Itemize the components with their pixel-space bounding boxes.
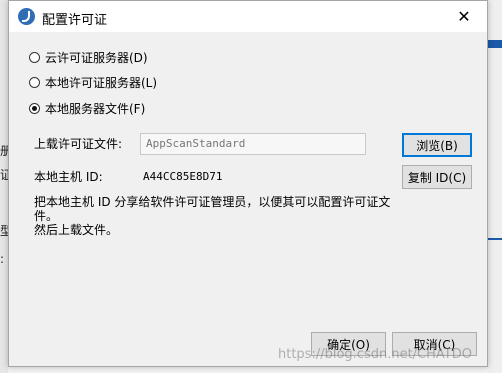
background-right-strip bbox=[488, 0, 502, 373]
radio-button[interactable] bbox=[29, 77, 40, 88]
upload-license-label: 上载许可证文件: bbox=[34, 137, 123, 151]
instructions-line: 把本地主机 ID 分享给软件许可证管理员，以便其可以配置许可证文件。 bbox=[34, 195, 391, 223]
configure-license-dialog: 配置许可证 ✕ 云许可证服务器(D) 本地许可证服务器(L) 本地服务器文件(F… bbox=[8, 0, 488, 367]
app-logo-icon bbox=[18, 8, 35, 25]
radio-local-server-file[interactable]: 本地服务器文件(F) bbox=[29, 100, 145, 117]
radio-label: 云许可证服务器(D) bbox=[45, 51, 148, 65]
instructions-text: 把本地主机 ID 分享给软件许可证管理员，以便其可以配置许可证文件。 然后上载文… bbox=[34, 195, 394, 237]
radio-button[interactable] bbox=[29, 52, 40, 63]
radio-cloud-license-server[interactable]: 云许可证服务器(D) bbox=[29, 49, 148, 66]
host-id-value: A44CC85E8D71 bbox=[143, 170, 223, 183]
watermark-text: https://blog.csdn.net/CHATDO bbox=[278, 347, 472, 362]
radio-label: 本地许可证服务器(L) bbox=[45, 76, 158, 90]
close-icon: ✕ bbox=[457, 7, 471, 26]
license-file-field[interactable]: AppScanStandard bbox=[140, 133, 366, 155]
background-accent bbox=[488, 40, 502, 48]
background-left-strip bbox=[0, 0, 8, 373]
title-bar: 配置许可证 ✕ bbox=[9, 1, 487, 32]
copy-id-button[interactable]: 复制 ID(C) bbox=[402, 165, 472, 189]
browse-button[interactable]: 浏览(B) bbox=[402, 133, 472, 157]
background-accent-line bbox=[488, 238, 502, 240]
instructions-line: 然后上载文件。 bbox=[34, 223, 119, 237]
background-text-fragment: : bbox=[0, 252, 5, 266]
close-button[interactable]: ✕ bbox=[441, 1, 487, 32]
radio-local-license-server[interactable]: 本地许可证服务器(L) bbox=[29, 74, 157, 91]
radio-button-selected[interactable] bbox=[29, 103, 40, 114]
host-id-label: 本地主机 ID: bbox=[34, 170, 103, 184]
radio-label: 本地服务器文件(F) bbox=[45, 102, 146, 116]
dialog-title: 配置许可证 bbox=[42, 13, 108, 28]
